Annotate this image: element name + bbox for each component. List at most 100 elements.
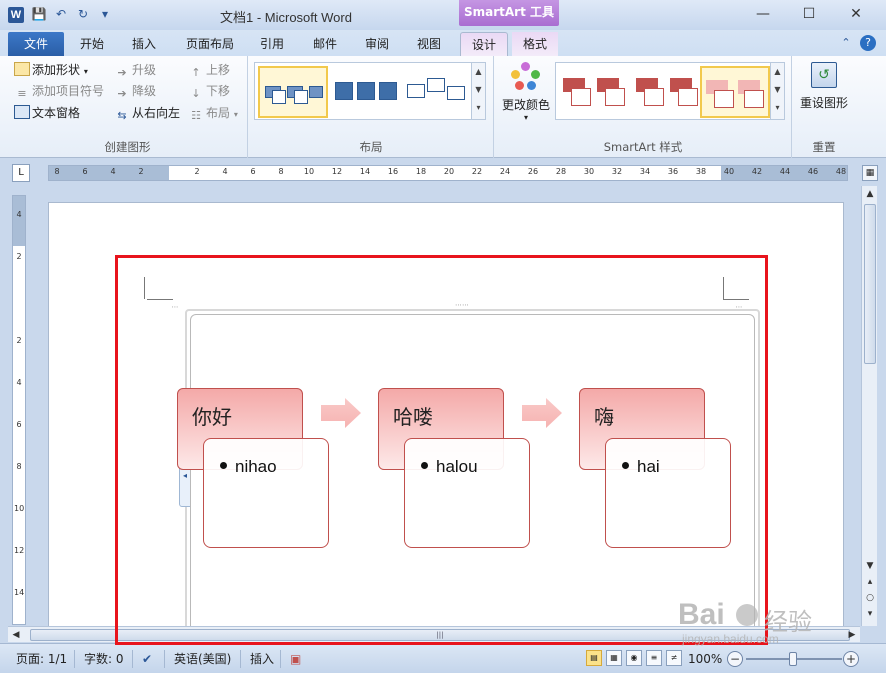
node-title[interactable]: 你好 [192,401,232,430]
ruler-tick-label: 24 [499,167,511,176]
layout-option-circular-process[interactable] [403,66,473,118]
tab-format[interactable]: 格式 [512,32,558,56]
ruler-tick-label: 46 [807,167,819,176]
scroll-down-icon[interactable]: ▼ [862,558,878,574]
ruler-tick-label: 12 [14,546,25,555]
style-option-2[interactable] [632,66,702,118]
window-title: 文档1 - Microsoft Word [220,10,352,25]
zoom-level[interactable]: 100% [688,650,722,668]
next-page-icon[interactable]: ▾ [862,606,878,622]
layout-label: 布局 [206,106,231,120]
style-option-1[interactable] [559,66,629,118]
previous-page-icon[interactable]: ▴ [862,574,878,590]
minimize-ribbon-icon[interactable]: ⌃ [838,35,854,51]
move-down-button[interactable]: ↓ 下移 [188,81,230,101]
add-bullet-button[interactable]: ≡ 添加项目符号 [14,81,104,101]
resize-handle[interactable]: ⋯⋯ [452,301,472,309]
demote-label: 降级 [132,84,157,98]
ruler-tick-label: 22 [471,167,483,176]
outline-view-icon[interactable]: ≡ [646,650,662,666]
zoom-out-icon[interactable]: − [727,651,743,667]
view-ruler-icon[interactable]: ▦ [862,165,878,181]
promote-button[interactable]: ➔ 升级 [114,60,156,80]
ruler-row: L 8 6 4 2 2 4 6 8 10 12 14 16 18 20 22 24 26 28 30 32 34 36 38… [0,159,886,185]
vertical-scroll-thumb[interactable] [864,204,876,364]
scroll-left-icon[interactable]: ◀ [8,627,24,643]
ruler-tick-label: 8 [278,167,284,176]
customize-qat-icon[interactable]: ▾ [96,5,114,23]
macro-record-icon[interactable]: ▣ [290,650,301,668]
draft-view-icon[interactable]: ≠ [666,650,682,666]
resize-handle[interactable]: ⋯ [734,303,744,311]
org-layout-icon: ☷ [191,109,201,122]
minimize-icon[interactable]: — [743,2,783,26]
zoom-in-icon[interactable]: + [843,651,859,667]
reset-graphic-icon: ↺ [811,62,837,88]
title-bar: W 💾 ↶ ↻ ▾ 文档1 - Microsoft Word SmartArt … [0,0,886,30]
subnode-bullet-text[interactable]: halou [421,457,478,477]
language[interactable]: 英语(美国) [174,650,231,668]
close-icon[interactable]: ✕ [836,2,876,26]
smartart-subnode-2[interactable]: halou [404,438,530,548]
layout-option-basic-process[interactable] [258,66,328,118]
vertical-scrollbar[interactable]: ▲ ▼ ▴ ○ ▾ [861,186,877,626]
page-count[interactable]: 页面: 1/1 [16,650,67,668]
tab-page-layout[interactable]: 页面布局 [178,32,242,56]
subnode-bullet-text[interactable]: hai [622,457,660,477]
tab-references[interactable]: 引用 [250,32,294,56]
redo-icon[interactable]: ↻ [74,5,92,23]
proofing-icon[interactable]: ✔ [142,650,152,668]
smartart-subnode-1[interactable]: nihao [203,438,329,548]
tab-home[interactable]: 开始 [70,32,114,56]
node-title[interactable]: 哈喽 [393,401,433,430]
vertical-ruler[interactable]: 42246810121416 [12,195,26,639]
text-pane-button[interactable]: 文本窗格 [14,103,80,123]
demote-icon: ➔ [117,87,127,100]
tab-design[interactable]: 设计 [460,32,508,56]
maximize-icon[interactable]: ☐ [789,2,829,26]
resize-handle[interactable]: ⋯ [170,303,180,311]
word-count[interactable]: 字数: 0 [84,650,124,668]
word-app-icon[interactable]: W [8,7,24,23]
change-colors-button[interactable]: 更改颜色 ▾ [499,60,553,128]
tab-view[interactable]: 视图 [407,32,451,56]
tab-review[interactable]: 审阅 [355,32,399,56]
tab-file[interactable]: 文件 [8,32,64,56]
reset-graphic-label: 重设图形 [799,96,848,110]
layout-option-stacked-process[interactable] [333,66,403,118]
tab-insert[interactable]: 插入 [122,32,166,56]
insert-mode[interactable]: 插入 [250,650,274,668]
style-option-3-selected[interactable] [700,66,770,118]
ruler-tick-label: 44 [779,167,791,176]
group-reset: ↺ 重设图形 重置 [793,56,855,158]
styles-gallery-scroll[interactable]: ▲ ▼ ▾ [770,63,784,119]
move-up-button[interactable]: ↑ 上移 [188,60,230,80]
zoom-slider-thumb[interactable] [789,652,797,666]
horizontal-ruler[interactable]: 8 6 4 2 2 4 6 8 10 12 14 16 18 20 22 24 26 28 30 32 34 36 38 40… [48,165,848,181]
layouts-gallery-scroll[interactable]: ▲ ▼ ▾ [471,63,485,119]
web-layout-icon[interactable]: ◉ [626,650,642,666]
save-icon[interactable]: 💾 [30,5,48,23]
document-page[interactable]: ⋯ ⋯⋯ ⋯ ▸◂ 你好 nihao 哈喽 halou 嗨 ha [48,202,844,626]
undo-icon[interactable]: ↶ [52,5,70,23]
tab-selector-icon[interactable]: L [12,164,30,182]
subnode-bullet-text[interactable]: nihao [220,457,277,477]
layout-dropdown-button[interactable]: ☷ 布局 ▾ [188,103,238,123]
add-shape-button[interactable]: 添加形状 ▾ [14,60,88,80]
right-to-left-button[interactable]: ⇆ 从右向左 [114,103,180,123]
ruler-tick-label: 16 [387,167,399,176]
full-screen-reading-icon[interactable]: ▦ [606,650,622,666]
scroll-right-icon[interactable]: ▶ [844,627,860,643]
tab-mailings[interactable]: 邮件 [303,32,347,56]
demote-button[interactable]: ➔ 降级 [114,81,156,101]
bullet-icon [220,462,227,469]
scroll-up-icon[interactable]: ▲ [862,186,878,202]
node-title[interactable]: 嗨 [594,401,614,430]
smartart-subnode-3[interactable]: hai [605,438,731,548]
select-browse-object-icon[interactable]: ○ [862,590,878,606]
help-icon[interactable]: ? [860,35,876,51]
group-label-reset: 重置 [812,140,836,154]
status-separator [132,650,133,668]
reset-graphic-button[interactable]: ↺ 重设图形 [795,60,853,120]
print-layout-view-icon[interactable]: ▤ [586,650,602,666]
